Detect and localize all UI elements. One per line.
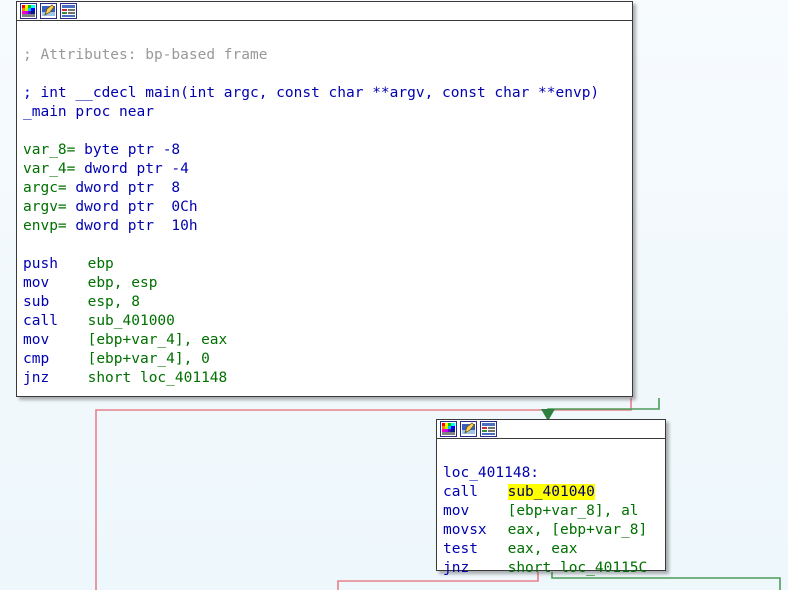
basic-block-loc-401148[interactable]: loc_401148: call sub_401040 mov [ebp+var_8… bbox=[436, 419, 666, 576]
color-palette-icon[interactable] bbox=[440, 421, 457, 437]
code-line-insn[interactable]: mov [ebp+var_8], al bbox=[443, 502, 665, 521]
code-line-stackvar: argc= dword ptr 8 bbox=[23, 180, 181, 196]
node-titlebar bbox=[17, 2, 632, 21]
edit-pencil-icon[interactable] bbox=[460, 421, 477, 437]
code-line-insn[interactable]: cmp [ebp+var_4], 0 bbox=[23, 350, 632, 369]
code-line-insn[interactable]: mov ebp, esp bbox=[23, 274, 632, 293]
code-line-insn[interactable]: jnz short loc_40115C bbox=[443, 559, 665, 578]
node-disassembly-body[interactable]: loc_401148: call sub_401040 mov [ebp+var_8… bbox=[437, 439, 665, 582]
node-disassembly-body[interactable]: ; Attributes: bp-based frame ; int __cde… bbox=[17, 21, 632, 392]
code-line-stackvar: envp= dword ptr 10h bbox=[23, 218, 198, 234]
color-palette-icon[interactable] bbox=[20, 3, 37, 19]
window-list-icon[interactable] bbox=[60, 3, 77, 19]
code-line-prototype: ; int __cdecl main(int argc, const char … bbox=[23, 85, 600, 101]
code-line-stackvar: var_8= byte ptr -8 bbox=[23, 142, 181, 158]
code-line-insn[interactable]: test eax, eax bbox=[443, 540, 665, 559]
code-line-stackvar: argv= dword ptr 0Ch bbox=[23, 199, 198, 215]
code-line-insn[interactable]: jnz short loc_401148 bbox=[23, 369, 632, 388]
code-line-insn[interactable]: call sub_401000 bbox=[23, 312, 632, 331]
edit-pencil-icon[interactable] bbox=[40, 3, 57, 19]
code-line-insn[interactable]: mov [ebp+var_4], eax bbox=[23, 331, 632, 350]
node-titlebar bbox=[437, 420, 665, 439]
code-line-stackvar: var_4= dword ptr -4 bbox=[23, 161, 189, 177]
code-line-insn[interactable]: push ebp bbox=[23, 255, 632, 274]
code-line-insn[interactable]: movsx eax, [ebp+var_8] bbox=[443, 521, 665, 540]
code-line-label[interactable]: loc_401148: bbox=[443, 464, 665, 483]
graph-canvas[interactable]: ; Attributes: bp-based frame ; int __cde… bbox=[0, 0, 788, 590]
window-list-icon[interactable] bbox=[480, 421, 497, 437]
code-line-insn[interactable]: sub esp, 8 bbox=[23, 293, 632, 312]
edge-true-branch-green[interactable] bbox=[547, 398, 660, 412]
highlighted-identifier[interactable]: sub_401040 bbox=[507, 484, 595, 500]
code-line-proc: _main proc near bbox=[23, 104, 154, 120]
basic-block-main[interactable]: ; Attributes: bp-based frame ; int __cde… bbox=[16, 1, 633, 397]
code-line-comment: ; Attributes: bp-based frame bbox=[23, 47, 268, 63]
code-line-insn-highlighted[interactable]: call sub_401040 bbox=[443, 483, 665, 502]
